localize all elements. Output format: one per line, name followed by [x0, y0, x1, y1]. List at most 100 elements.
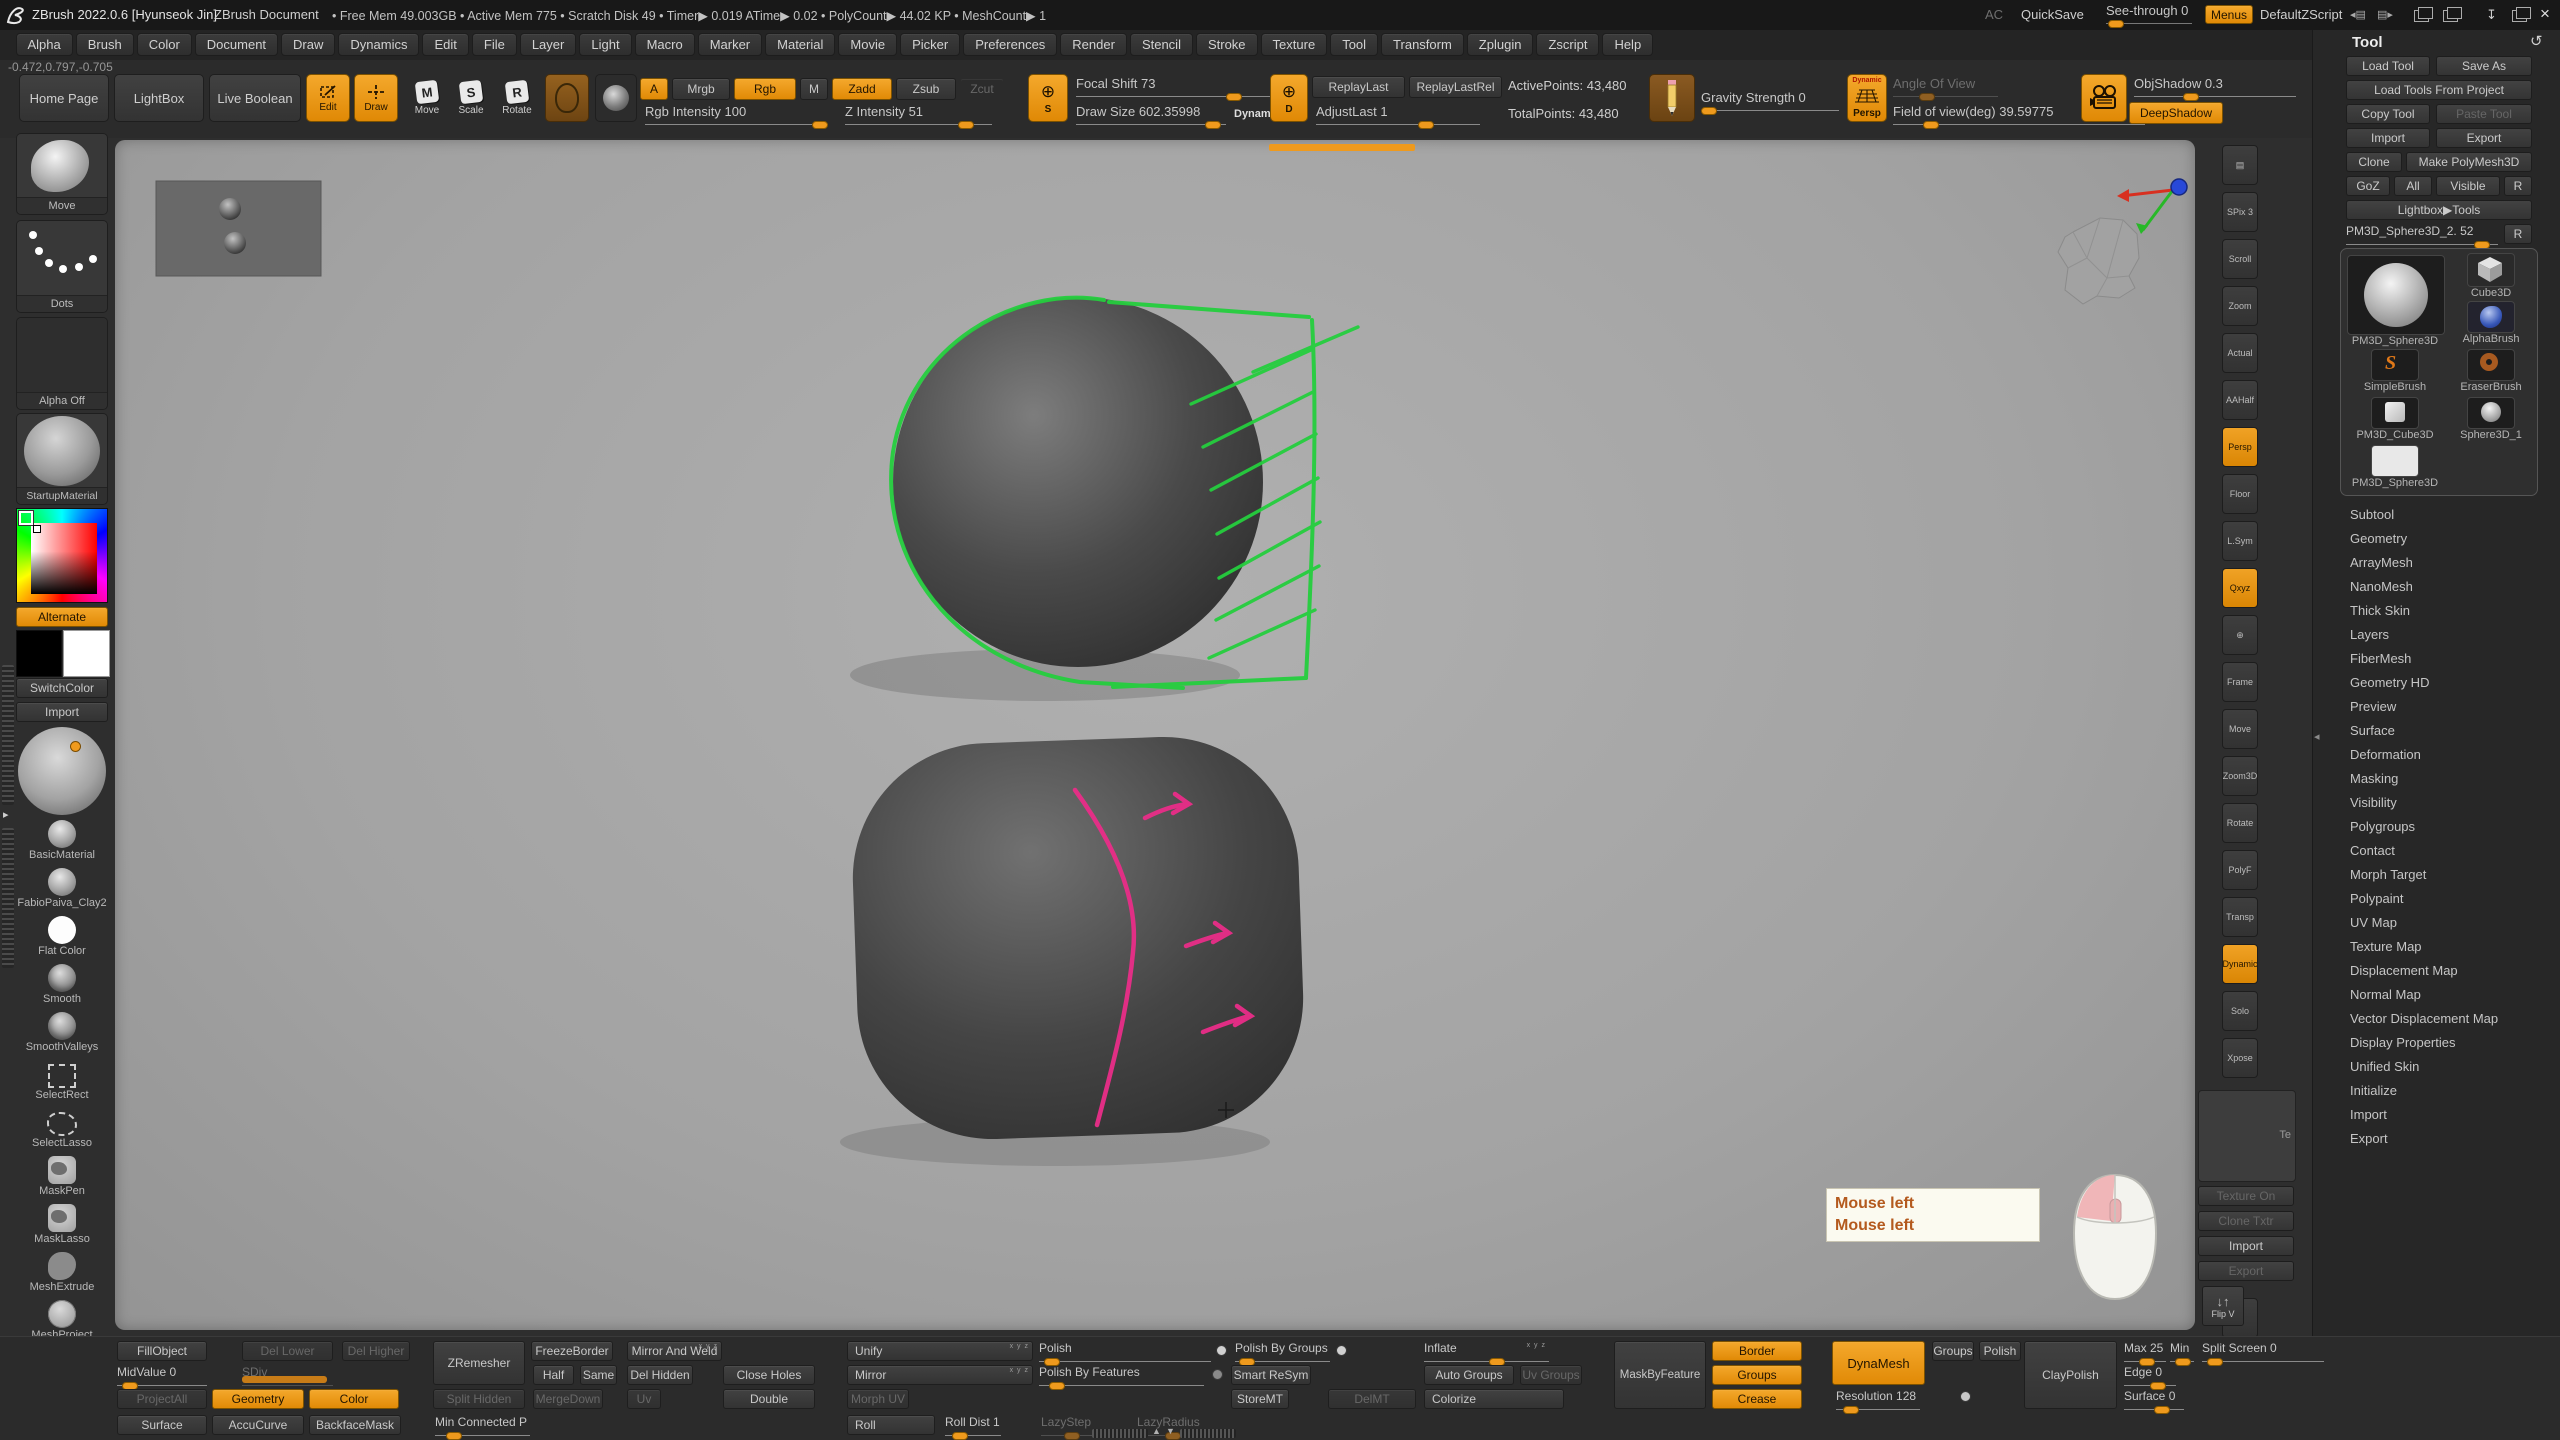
mrgb-toggle[interactable]: Mrgb	[672, 78, 730, 100]
tray-left-toggle-icon[interactable]: ◂▤	[2350, 8, 2366, 21]
tool-section-item[interactable]: Morph Target	[2346, 862, 2546, 886]
texture-on-button[interactable]: Texture On	[2198, 1186, 2294, 1206]
tool-section-item[interactable]: Unified Skin	[2346, 1054, 2546, 1078]
default-zscript-button[interactable]: DefaultZScript	[2260, 7, 2342, 22]
shelf-button[interactable]: Scroll	[2222, 239, 2258, 279]
lightbox-button[interactable]: LightBox	[114, 74, 204, 122]
zadd-toggle[interactable]: Zadd	[832, 78, 892, 100]
left-tray-divider-2[interactable]	[2, 828, 14, 968]
menu-item[interactable]: Zscript	[1536, 33, 1599, 56]
clay-polish-button[interactable]: ClayPolish	[2024, 1341, 2117, 1409]
tool-section-item[interactable]: Vector Displacement Map	[2346, 1006, 2546, 1030]
close-icon[interactable]: ×	[2540, 4, 2550, 24]
material-item[interactable]: SmoothValleys	[16, 1012, 108, 1060]
zremesher-button[interactable]: ZRemesher	[433, 1341, 525, 1385]
tool-section-item[interactable]: Export	[2346, 1126, 2546, 1150]
half-button[interactable]: Half	[533, 1365, 574, 1385]
material-item[interactable]: Smooth	[16, 964, 108, 1012]
texture-selector[interactable]: StartupMaterial	[16, 413, 108, 505]
goz-button[interactable]: GoZ	[2346, 176, 2390, 196]
del-lower-button[interactable]: Del Lower	[242, 1341, 333, 1361]
tool-section-item[interactable]: Surface	[2346, 718, 2546, 742]
tool-section-item[interactable]: Layers	[2346, 622, 2546, 646]
shelf-button[interactable]: PolyF	[2222, 850, 2258, 890]
lightbox-tools-button[interactable]: Lightbox▶Tools	[2346, 200, 2532, 220]
uv-button[interactable]: Uv	[627, 1389, 661, 1409]
menu-item[interactable]: Stroke	[1196, 33, 1258, 56]
polish-slider[interactable]: Polish	[1039, 1341, 1211, 1362]
uv-groups-button[interactable]: Uv Groups	[1520, 1365, 1582, 1385]
menu-item[interactable]: Preferences	[963, 33, 1057, 56]
mask-crease-button[interactable]: Crease	[1712, 1389, 1802, 1409]
tool-section-item[interactable]: Subtool	[2346, 502, 2546, 526]
merge-down-button[interactable]: MergeDown	[533, 1389, 603, 1409]
material-item[interactable]: MaskLasso	[16, 1204, 108, 1252]
shelf-button[interactable]: Solo	[2222, 991, 2258, 1031]
movie-button[interactable]	[2081, 74, 2127, 122]
mask-border-button[interactable]: Border	[1712, 1341, 1802, 1361]
sphere3d-1-thumbnail[interactable]	[2467, 397, 2515, 429]
dynamesh-groups-button[interactable]: Groups	[1932, 1341, 1974, 1361]
replay-last-rel-button[interactable]: ReplayLastRel	[1409, 76, 1502, 98]
import-tool-button[interactable]: Import	[2346, 128, 2430, 148]
left-tray-arrow-icon[interactable]: ▸	[3, 808, 9, 821]
simplebrush-thumbnail[interactable]: S	[2371, 349, 2419, 381]
rgb-intensity-slider[interactable]: Rgb Intensity 100	[645, 104, 828, 125]
texture-import-button[interactable]: Import	[2198, 1236, 2294, 1256]
draw-size-slider[interactable]: Draw Size 602.35998	[1076, 104, 1226, 125]
load-tool-button[interactable]: Load Tool	[2346, 56, 2430, 76]
minimize-icon[interactable]: ↧	[2486, 7, 2497, 23]
deep-shadow-button[interactable]: DeepShadow	[2129, 102, 2223, 124]
flip-v-button[interactable]: ↓↑ Flip V	[2202, 1286, 2244, 1326]
menu-item[interactable]: Layer	[520, 33, 577, 56]
goz-r-button[interactable]: R	[2504, 176, 2532, 196]
lazy-step-slider[interactable]: LazyStep	[1041, 1415, 1093, 1436]
shelf-button[interactable]: Frame	[2222, 662, 2258, 702]
eraserbrush-thumbnail[interactable]	[2467, 349, 2515, 381]
smart-resym-button[interactable]: Smart ReSym	[1231, 1365, 1311, 1385]
live-boolean-button[interactable]: Live Boolean	[209, 74, 301, 122]
shelf-button[interactable]: Xpose	[2222, 1038, 2258, 1078]
surface-button[interactable]: Surface	[117, 1415, 207, 1435]
shelf-button[interactable]: Zoom3D	[2222, 756, 2258, 796]
double-button[interactable]: Double	[723, 1389, 815, 1409]
sdiv-slider[interactable]: SDiv	[242, 1365, 333, 1386]
roll-dist-slider[interactable]: Roll Dist 1	[945, 1415, 1001, 1436]
persp-button[interactable]: Dynamic Persp	[1847, 74, 1887, 122]
tool-refresh-icon[interactable]: ↺	[2530, 32, 2543, 50]
resolution-slider[interactable]: Resolution 128	[1836, 1389, 1920, 1410]
shelf-button[interactable]: ⊕	[2222, 615, 2258, 655]
edit-button[interactable]: Edit	[306, 74, 350, 122]
tool-section-item[interactable]: FiberMesh	[2346, 646, 2546, 670]
split-screen-slider[interactable]: Split Screen 0	[2202, 1341, 2324, 1362]
mirror-and-weld-button[interactable]: Mirror And Weldx y z	[627, 1341, 722, 1361]
shelf-button[interactable]: Actual	[2222, 333, 2258, 373]
shelf-button[interactable]: L.Sym	[2222, 521, 2258, 561]
adjust-last-slider[interactable]: AdjustLast 1	[1316, 104, 1480, 125]
menu-item[interactable]: Macro	[635, 33, 695, 56]
color-picker[interactable]	[16, 508, 108, 603]
del-higher-button[interactable]: Del Higher	[342, 1341, 410, 1361]
bottom-scroll-left[interactable]	[1092, 1429, 1148, 1438]
m-toggle[interactable]: M	[800, 78, 828, 100]
document-canvas[interactable]	[115, 140, 2195, 1330]
menus-button[interactable]: Menus	[2205, 5, 2253, 24]
color-paint-button[interactable]: Color	[309, 1389, 399, 1409]
current-stroke-thumbnail[interactable]	[595, 74, 637, 122]
material-item[interactable]: MeshExtrude	[16, 1252, 108, 1300]
split-hidden-button[interactable]: Split Hidden	[433, 1389, 525, 1409]
mask-by-feature-button[interactable]: MaskByFeature	[1614, 1341, 1706, 1409]
tray-right-toggle-icon[interactable]: ▤▸	[2377, 8, 2393, 21]
roll-button[interactable]: Roll	[847, 1415, 935, 1435]
switch-color-button[interactable]: SwitchColor	[16, 678, 108, 698]
goz-all-button[interactable]: All	[2394, 176, 2432, 196]
bottom-scroll-right[interactable]	[1180, 1429, 1236, 1438]
import-color-button[interactable]: Import	[16, 702, 108, 722]
move-mode-button[interactable]: M Move	[406, 74, 448, 122]
menu-item[interactable]: Help	[1602, 33, 1653, 56]
close-holes-button[interactable]: Close Holes	[723, 1365, 815, 1385]
material-item[interactable]: BasicMaterial	[16, 820, 108, 868]
mask-groups-button[interactable]: Groups	[1712, 1365, 1802, 1385]
load-tools-from-project-button[interactable]: Load Tools From Project	[2346, 80, 2532, 100]
clone-button[interactable]: Clone	[2346, 152, 2402, 172]
